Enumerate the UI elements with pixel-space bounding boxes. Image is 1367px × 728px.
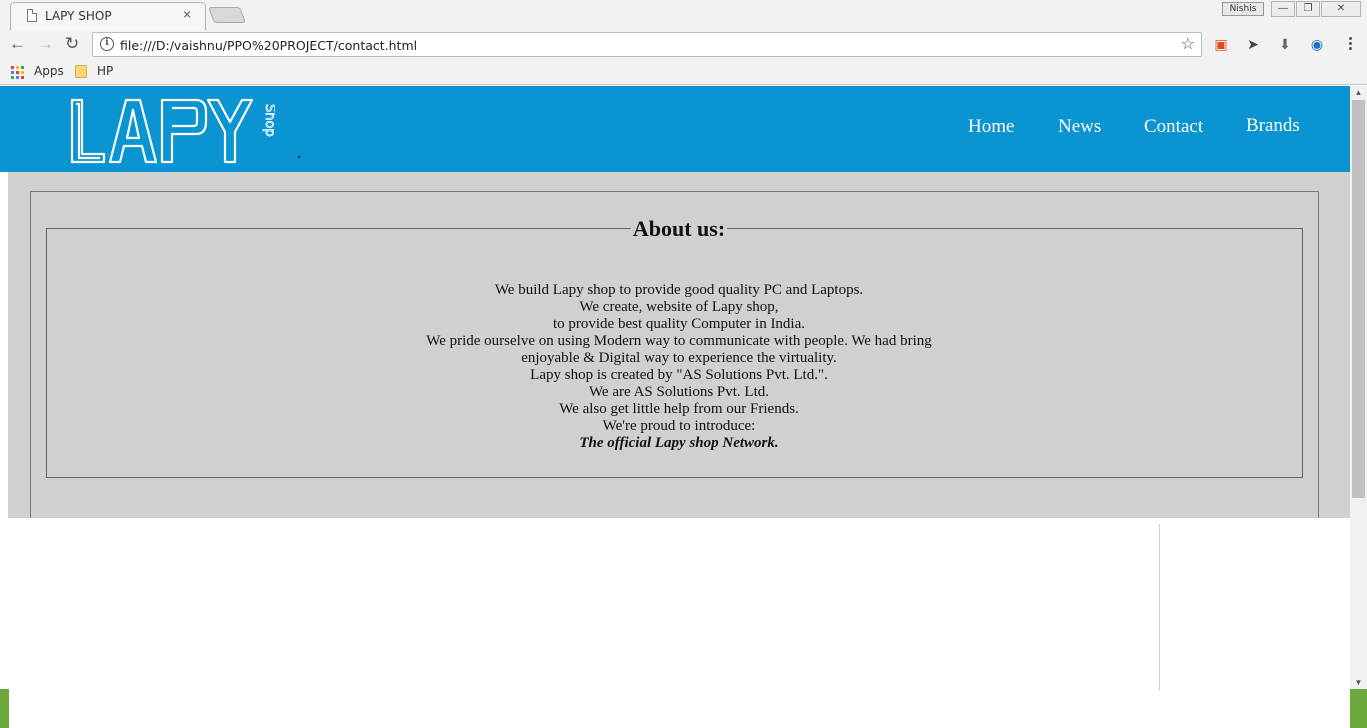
bookmark-hp[interactable]: HP bbox=[97, 64, 113, 78]
forward-icon[interactable]: → bbox=[37, 34, 54, 54]
scrollbar-thumb[interactable] bbox=[1352, 100, 1365, 498]
page-viewport: Shop Home News Contact Brands About us: … bbox=[0, 86, 1350, 691]
back-icon[interactable]: ← bbox=[9, 34, 26, 54]
download-icon[interactable]: ⬇ bbox=[1276, 35, 1294, 53]
rocket-icon[interactable]: ➤ bbox=[1244, 35, 1262, 53]
new-tab-button[interactable] bbox=[208, 7, 246, 23]
reload-icon[interactable]: ↻ bbox=[65, 34, 79, 54]
folder-icon bbox=[75, 65, 87, 78]
page-icon bbox=[27, 9, 37, 22]
blank-panel bbox=[8, 518, 1350, 691]
about-line: We are AS Solutions Pvt. Ltd. bbox=[588, 384, 770, 400]
scroll-down-arrow[interactable]: ▼ bbox=[1350, 676, 1367, 690]
address-bar[interactable]: i file:///D:/vaishnu/PPO%20PROJECT/conta… bbox=[92, 32, 1202, 57]
apps-grid-icon[interactable] bbox=[11, 66, 24, 79]
about-line: enjoyable & Digital way to experience th… bbox=[521, 350, 837, 366]
bookmarks-bar bbox=[0, 60, 1367, 85]
profile-button[interactable]: Nishis bbox=[1222, 2, 1264, 16]
scroll-up-arrow[interactable]: ▲ bbox=[1350, 86, 1367, 100]
about-closing: The official Lapy shop Network. bbox=[579, 435, 779, 451]
globe-icon[interactable]: ◉ bbox=[1308, 35, 1326, 53]
desktop-background bbox=[0, 689, 9, 728]
minimize-button[interactable]: — bbox=[1271, 1, 1295, 17]
site-header: Shop Home News Contact Brands bbox=[0, 86, 1350, 172]
about-text: We build Lapy shop to provide good quali… bbox=[8, 282, 1350, 452]
decorative-dot bbox=[298, 156, 300, 158]
restore-button[interactable]: ❐ bbox=[1296, 1, 1320, 17]
nav-news[interactable]: News bbox=[1058, 116, 1101, 138]
about-line: We create, website of Lapy shop, bbox=[579, 299, 779, 315]
nav-contact[interactable]: Contact bbox=[1144, 116, 1203, 138]
browser-tab[interactable]: LAPY SHOP × bbox=[10, 2, 206, 30]
about-line: We're proud to introduce: bbox=[602, 418, 756, 434]
about-line: to provide best quality Computer in Indi… bbox=[552, 316, 806, 332]
desktop-background bbox=[1350, 689, 1367, 728]
close-window-button[interactable]: ✕ bbox=[1321, 1, 1361, 17]
logo-subtext: Shop bbox=[262, 104, 275, 137]
nav-home[interactable]: Home bbox=[968, 116, 1014, 138]
office-icon[interactable]: ▣ bbox=[1212, 35, 1230, 53]
about-line: We pride ourselve on using Modern way to… bbox=[426, 333, 932, 349]
lapy-shop-logo[interactable]: Shop bbox=[70, 96, 275, 164]
menu-icon[interactable] bbox=[1345, 35, 1355, 53]
bookmark-star-icon[interactable]: ☆ bbox=[1181, 34, 1195, 54]
close-tab-icon[interactable]: × bbox=[183, 6, 191, 22]
bookmark-apps[interactable]: Apps bbox=[34, 64, 64, 78]
url-text[interactable]: file:///D:/vaishnu/PPO%20PROJECT/contact… bbox=[120, 38, 417, 53]
tab-title: LAPY SHOP bbox=[45, 9, 112, 23]
info-icon[interactable]: i bbox=[100, 37, 114, 51]
about-line: We build Lapy shop to provide good quali… bbox=[494, 282, 864, 298]
about-section: About us: We build Lapy shop to provide … bbox=[8, 172, 1350, 531]
about-line: We also get little help from our Friends… bbox=[559, 401, 799, 417]
about-line: Lapy shop is created by "AS Solutions Pv… bbox=[530, 367, 828, 383]
panel-divider bbox=[1159, 524, 1160, 691]
nav-brands[interactable]: Brands bbox=[1246, 115, 1300, 137]
